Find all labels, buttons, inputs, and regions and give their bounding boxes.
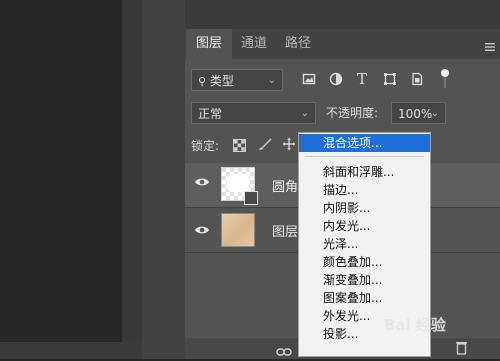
lock-position-move-icon[interactable]	[282, 136, 296, 155]
baidu-jingyan-watermark: Bai 经验	[384, 316, 446, 334]
chevron-down-icon: ⌄	[430, 108, 439, 119]
chevron-down-icon: ⌄	[267, 75, 276, 86]
canvas-divider	[122, 0, 142, 342]
adjustment-filter-icon[interactable]	[328, 72, 344, 88]
panel-header-strip	[185, 0, 500, 29]
opacity-input[interactable]: 100% ⌄	[391, 102, 446, 124]
menu-item-bevel-emboss[interactable]: 斜面和浮雕...	[299, 163, 430, 181]
menu-separator	[305, 156, 424, 157]
menu-item-pattern-overlay[interactable]: 图案叠加...	[299, 289, 430, 307]
tab-channels[interactable]: 通道	[232, 29, 276, 59]
opacity-label: 不透明度:	[326, 106, 379, 120]
smart-object-badge-icon	[244, 191, 258, 205]
layer-name[interactable]: 图层	[272, 221, 298, 240]
delete-layer-icon[interactable]	[455, 340, 468, 359]
menu-item-blending-options[interactable]: 混合选项...	[299, 134, 430, 152]
tab-layers-label: 图层	[195, 36, 222, 51]
type-filter-icon[interactable]: T	[354, 71, 370, 87]
blend-mode-value: 正常	[198, 107, 223, 121]
lock-pixels-brush-icon[interactable]	[258, 136, 272, 155]
filter-toggle-switch[interactable]	[440, 68, 450, 90]
visibility-eye-icon[interactable]	[194, 224, 210, 240]
filter-kind-label: 类型	[209, 74, 234, 88]
menu-item-gradient-overlay[interactable]: 渐变叠加...	[299, 271, 430, 289]
visibility-eye-icon[interactable]	[194, 176, 210, 192]
status-strip	[0, 342, 142, 359]
layer-thumbnail	[221, 167, 258, 205]
link-layers-icon[interactable]	[276, 342, 292, 361]
search-icon: ⚲	[198, 75, 207, 88]
layer-name[interactable]: 圆角	[272, 176, 298, 195]
tab-channels-label: 通道	[240, 36, 267, 51]
tab-paths[interactable]: 路径	[276, 29, 320, 59]
smart-object-filter-icon[interactable]	[409, 72, 425, 88]
menu-item-stroke[interactable]: 描边...	[299, 181, 430, 199]
filter-kind-dropdown[interactable]: ⚲ 类型 ⌄	[191, 69, 283, 91]
lock-label: 锁定:	[191, 139, 220, 153]
menu-item-color-overlay[interactable]: 颜色叠加...	[299, 253, 430, 271]
tab-paths-label: 路径	[284, 36, 311, 51]
workspace-gutter	[142, 0, 185, 359]
layer-thumbnail	[221, 213, 255, 247]
chevron-down-icon: ⌄	[300, 108, 309, 119]
canvas-area-dark	[0, 0, 122, 342]
tab-layers[interactable]: 图层	[186, 29, 232, 59]
panel-menu-icon[interactable]	[484, 38, 496, 51]
blend-mode-dropdown[interactable]: 正常 ⌄	[191, 102, 316, 124]
lock-transparent-icon[interactable]	[233, 137, 246, 156]
menu-item-inner-shadow[interactable]: 内阴影...	[299, 199, 430, 217]
menu-item-inner-glow[interactable]: 内发光...	[299, 217, 430, 235]
shape-filter-icon[interactable]	[382, 72, 398, 88]
opacity-value: 100%	[398, 107, 433, 121]
image-filter-icon[interactable]	[301, 72, 317, 88]
menu-item-satin[interactable]: 光泽...	[299, 235, 430, 253]
